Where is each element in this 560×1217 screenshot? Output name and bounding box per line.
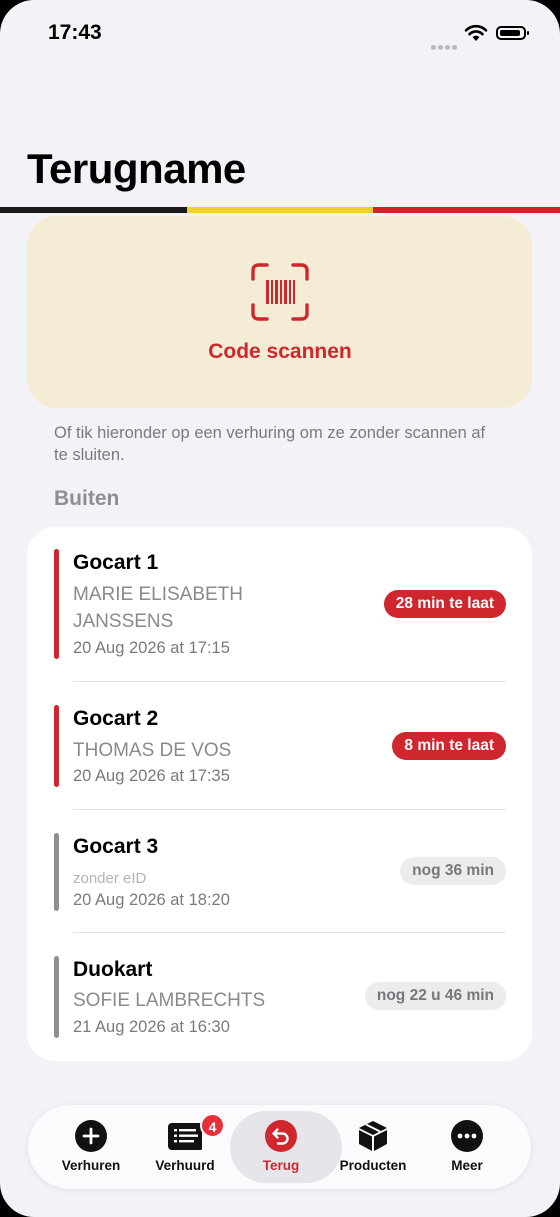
tab-meer[interactable]: Meer (420, 1105, 514, 1189)
flag-black (0, 207, 187, 213)
rental-row[interactable]: Duokart SOFIE LAMBRECHTS 21 Aug 2026 at … (27, 956, 532, 1046)
rental-date: 20 Aug 2026 at 17:15 (73, 639, 230, 657)
row-divider (73, 681, 506, 682)
flag-red (373, 207, 560, 213)
status-bar-indicator (54, 549, 59, 659)
section-title: Buiten (54, 487, 120, 510)
status-badge: 8 min te laat (392, 732, 506, 760)
tab-bar: Verhuren Verhuurd Terug Producten Meer (28, 1105, 531, 1189)
rental-date: 20 Aug 2026 at 18:20 (73, 891, 230, 909)
tab-terug[interactable]: Terug (230, 1105, 342, 1189)
status-bar: 17:43 (0, 0, 560, 70)
battery-icon (496, 26, 529, 40)
status-time: 17:43 (48, 21, 102, 44)
more-dots-icon (451, 1120, 483, 1152)
verhuurd-count-badge: 4 (200, 1113, 225, 1138)
rental-name: Duokart (73, 958, 153, 981)
wifi-icon (464, 24, 488, 41)
rental-customer: THOMAS DE VOS (73, 740, 232, 761)
return-arrow-icon (265, 1120, 297, 1152)
row-divider (73, 932, 506, 933)
page-title: Terugname (27, 145, 246, 192)
rental-customer: SOFIE LAMBRECHTS (73, 990, 266, 1011)
list-icon (168, 1123, 202, 1150)
rental-customer: zonder eID (73, 870, 147, 887)
status-bar-indicator (54, 956, 59, 1038)
package-icon (359, 1121, 387, 1151)
status-badge: nog 36 min (400, 857, 506, 885)
status-bar-indicator (54, 833, 59, 911)
signal-icon (431, 37, 459, 55)
tab-label: Terug (262, 1158, 300, 1173)
rental-date: 21 Aug 2026 at 16:30 (73, 1018, 230, 1036)
rental-date: 20 Aug 2026 at 17:35 (73, 767, 230, 785)
tab-verhuren[interactable]: Verhuren (44, 1105, 138, 1189)
tab-label: Verhuurd (155, 1158, 215, 1173)
scan-code-label[interactable]: Code scannen (0, 340, 560, 364)
app-screen: 17:43 Terugname Code scannen Of tik hier… (0, 0, 560, 1217)
plus-circle-icon (75, 1120, 107, 1152)
barcode-scan-icon[interactable] (250, 262, 310, 322)
status-badge: 28 min te laat (383, 590, 506, 618)
tab-label: Verhuren (61, 1158, 121, 1173)
tab-producten[interactable]: Producten (326, 1105, 420, 1189)
flag-yellow (186, 207, 374, 213)
rental-row[interactable]: Gocart 2 THOMAS DE VOS 20 Aug 2026 at 17… (27, 705, 532, 810)
tab-label: Meer (451, 1158, 483, 1173)
flag-stripe (0, 207, 560, 213)
row-divider (73, 809, 506, 810)
rental-customer: MARIE ELISABETH JANSSENS (73, 584, 243, 632)
status-badge: nog 22 u 46 min (364, 982, 506, 1010)
status-bar-indicator (54, 705, 59, 787)
tab-label: Producten (339, 1158, 407, 1173)
rental-list: Gocart 1 MARIE ELISABETH JANSSENS 20 Aug… (27, 527, 532, 1061)
rental-row[interactable]: Gocart 3 zonder eID 20 Aug 2026 at 18:20… (27, 833, 532, 933)
rental-name: Gocart 1 (73, 551, 159, 574)
rental-name: Gocart 3 (73, 835, 159, 858)
scan-hint: Of tik hieronder op een verhuring om ze … (54, 424, 486, 464)
rental-name: Gocart 2 (73, 707, 159, 730)
rental-row[interactable]: Gocart 1 MARIE ELISABETH JANSSENS 20 Aug… (27, 549, 532, 683)
